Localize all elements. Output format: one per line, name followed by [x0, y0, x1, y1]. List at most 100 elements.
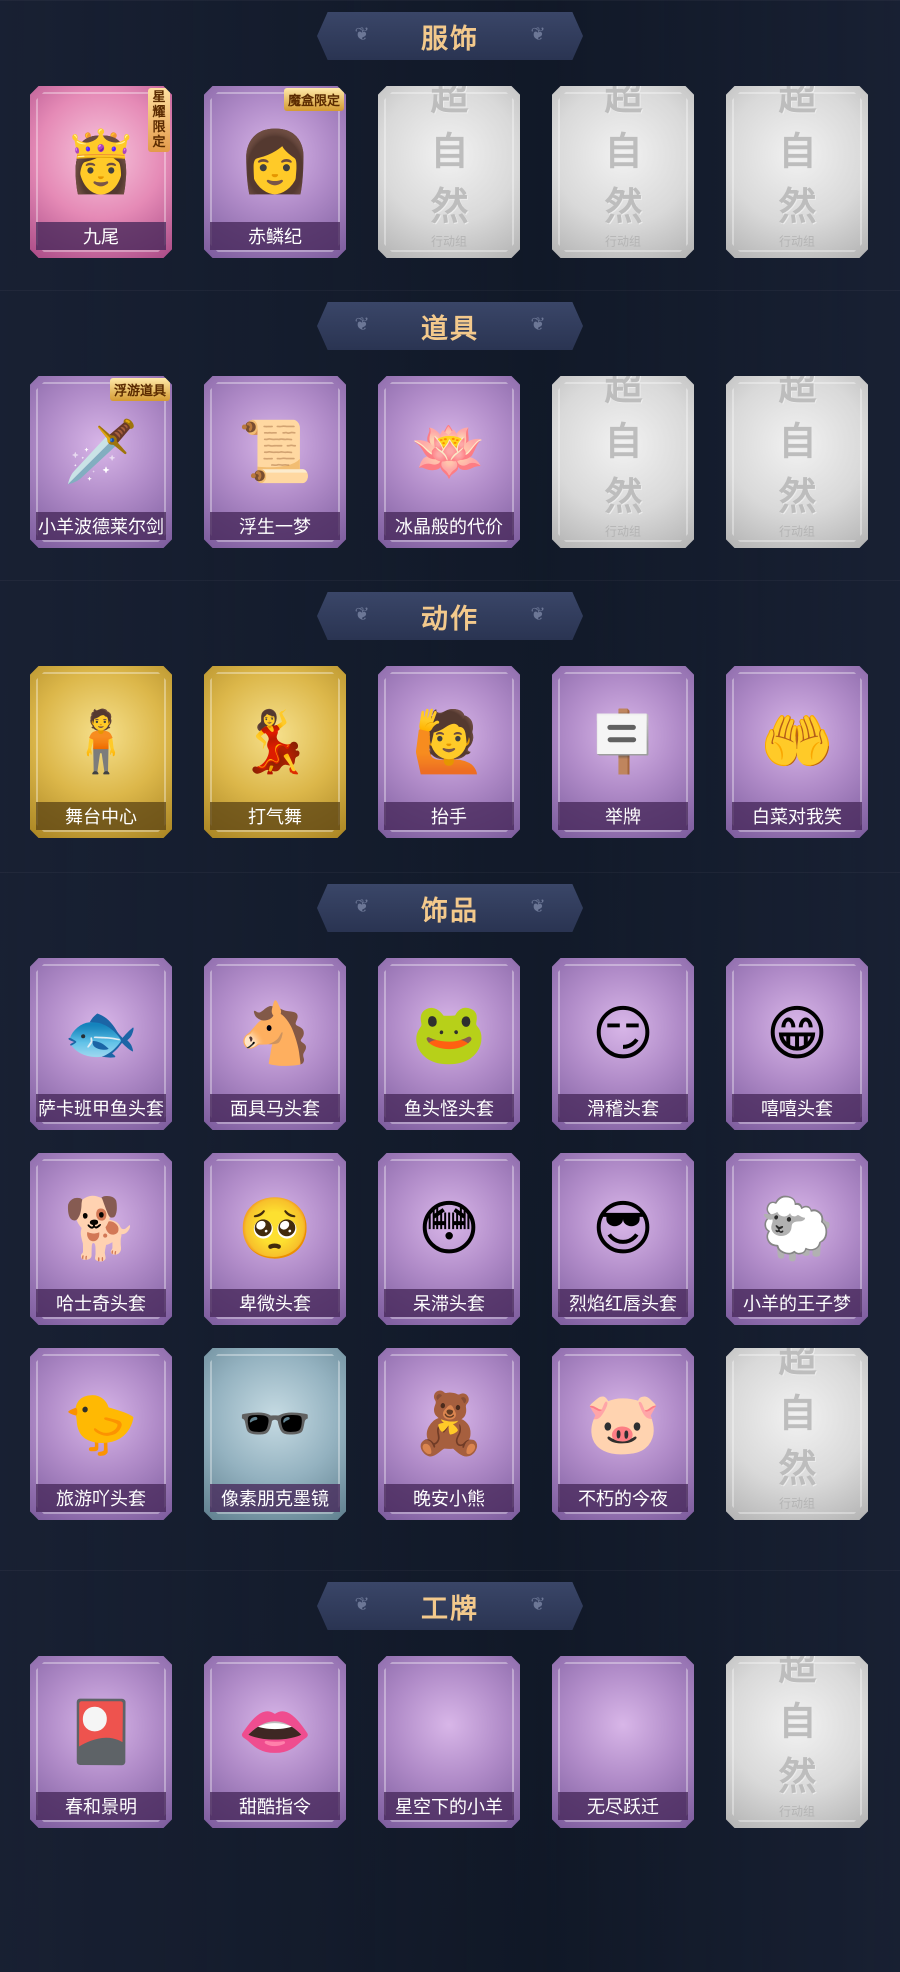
supernatural-logo: 超自然 行动组	[588, 376, 659, 539]
section-3: ❦ 饰品 ❦ 🐟 萨卡班甲鱼头套 🐴 面具马头套 🐸 鱼头怪头套 😏 滑稽头套 😁 嘻嘻头套 🐕 哈士奇头套…	[0, 872, 900, 1570]
fish-monster-head-icon: 🐸	[411, 999, 487, 1069]
dance-silhouette-icon: 💃	[237, 707, 313, 777]
ornament-right-icon: ❦	[530, 314, 546, 335]
item-label-bar: 舞台中心	[36, 802, 166, 830]
supernatural-logo: 超自然 行动组	[762, 86, 833, 249]
item-card[interactable]: 🧍 舞台中心	[30, 666, 172, 838]
collection-page: ❦ 服饰 ❦ 👸 九尾 星耀限定 👩 赤鳞纪 魔盒限定 超自然 行动组 超自然 行动组 超自然 行动组 ❦ 道具…	[0, 0, 900, 1972]
logo-subtitle: 行动组	[778, 234, 815, 249]
tourist-duck-icon: 🐤	[63, 1389, 139, 1459]
grin-face-icon: 😁	[765, 999, 829, 1069]
husky-head-icon: 🐕	[63, 1194, 139, 1264]
horse-head-icon: 🐴	[237, 999, 313, 1069]
item-card[interactable]: 👸 九尾 星耀限定	[30, 86, 172, 258]
locked-item-card[interactable]: 超自然 行动组	[726, 1656, 868, 1828]
section-0: ❦ 服饰 ❦ 👸 九尾 星耀限定 👩 赤鳞纪 魔盒限定 超自然 行动组 超自然 行动组 超自然 行动组	[0, 0, 900, 290]
section-banner: ❦ 动作 ❦	[317, 592, 583, 640]
item-card[interactable]: 🐤 旅游吖头套	[30, 1348, 172, 1520]
item-card[interactable]: 🤲 白菜对我笑	[726, 666, 868, 838]
item-card[interactable]: 🐑 小羊的王子梦	[726, 1153, 868, 1325]
item-label-bar: 冰晶般的代价	[384, 512, 514, 540]
supernatural-logo: 超自然 行动组	[762, 363, 833, 539]
ornament-right-icon: ❦	[530, 896, 546, 917]
logo-title: 超自然	[778, 363, 816, 519]
item-card[interactable]: 👩 赤鳞纪 魔盒限定	[204, 86, 346, 258]
item-label-bar: 旅游吖头套	[36, 1484, 166, 1512]
item-label: 鱼头怪头套	[404, 1099, 494, 1120]
item-label-bar: 晚安小熊	[384, 1484, 514, 1512]
item-card[interactable]: 😏 滑稽头套	[552, 958, 694, 1130]
item-card[interactable]: 🐷 不朽的今夜	[552, 1348, 694, 1520]
pose-silhouette-icon: 🧍	[63, 707, 139, 777]
fish-head-icon: 🐟	[63, 999, 139, 1069]
item-card[interactable]: 🐕 哈士奇头套	[30, 1153, 172, 1325]
item-label-bar: 面具马头套	[210, 1094, 340, 1122]
item-label-bar: 像素朋克墨镜	[210, 1484, 340, 1512]
locked-item-card[interactable]: 超自然 行动组	[552, 86, 694, 258]
item-card[interactable]: 😁 嘻嘻头套	[726, 958, 868, 1130]
locked-item-card[interactable]: 超自然 行动组	[726, 376, 868, 548]
item-label-bar: 滑稽头套	[558, 1094, 688, 1122]
section-banner: ❦ 饰品 ❦	[317, 884, 583, 932]
item-card[interactable]: 👄 甜酷指令	[204, 1656, 346, 1828]
item-label: 舞台中心	[65, 807, 137, 828]
item-card[interactable]: 📜 浮生一梦	[204, 376, 346, 548]
ornament-left-icon: ❦	[354, 1594, 370, 1615]
item-label: 呆滞头套	[413, 1294, 485, 1315]
item-label: 哈士奇头套	[56, 1294, 146, 1315]
item-card[interactable]: 无尽跃迁	[552, 1656, 694, 1828]
item-card[interactable]: 😳 呆滞头套	[378, 1153, 520, 1325]
item-label: 嘻嘻头套	[761, 1099, 833, 1120]
item-card[interactable]: 🙋 抬手	[378, 666, 520, 838]
item-card[interactable]: 🕶️ 像素朋克墨镜	[204, 1348, 346, 1520]
item-card[interactable]: 🪷 冰晶般的代价	[378, 376, 520, 548]
dragon-girl-portrait-icon: 👩	[237, 127, 313, 197]
item-card[interactable]: 🎴 春和景明	[30, 1656, 172, 1828]
ornament-left-icon: ❦	[354, 24, 370, 45]
blank-icon	[575, 1684, 671, 1780]
ornament-left-icon: ❦	[354, 896, 370, 917]
item-label-bar: 萨卡班甲鱼头套	[36, 1094, 166, 1122]
item-label-bar: 九尾	[36, 222, 166, 250]
item-card[interactable]: 🐸 鱼头怪头套	[378, 958, 520, 1130]
limited-badge: 星耀限定	[148, 88, 170, 152]
item-label: 春和景明	[65, 1797, 137, 1818]
item-label: 举牌	[605, 807, 641, 828]
ice-lotus-icon: 🪷	[411, 417, 487, 487]
humble-face-icon: 🥺	[237, 1194, 313, 1264]
item-label: 九尾	[83, 227, 119, 248]
section-title: 工牌	[421, 1593, 479, 1625]
ornament-right-icon: ❦	[530, 1594, 546, 1615]
gold-card-icon: 🎴	[63, 1697, 139, 1767]
locked-item-card[interactable]: 超自然 行动组	[726, 1348, 868, 1520]
item-card[interactable]: 🧸 晚安小熊	[378, 1348, 520, 1520]
supernatural-logo: 超自然 行动组	[414, 86, 485, 249]
item-label-bar: 星空下的小羊	[384, 1792, 514, 1820]
hold-sign-icon: 🪧	[585, 707, 661, 777]
logo-title: 超自然	[778, 1643, 816, 1799]
item-card[interactable]: 🐴 面具马头套	[204, 958, 346, 1130]
item-card[interactable]: 🪧 举牌	[552, 666, 694, 838]
locked-item-card[interactable]: 超自然 行动组	[378, 86, 520, 258]
item-card[interactable]: 🐟 萨卡班甲鱼头套	[30, 958, 172, 1130]
item-label-bar: 举牌	[558, 802, 688, 830]
ornament-left-icon: ❦	[354, 314, 370, 335]
logo-title: 超自然	[604, 73, 642, 229]
item-label-bar: 呆滞头套	[384, 1289, 514, 1317]
locked-item-card[interactable]: 超自然 行动组	[552, 376, 694, 548]
item-card[interactable]: 星空下的小羊	[378, 1656, 520, 1828]
section-title: 服饰	[421, 23, 479, 55]
item-card[interactable]: 🗡️ 小羊波德莱尔剑 浮游道具	[30, 376, 172, 548]
item-card[interactable]: 💃 打气舞	[204, 666, 346, 838]
section-banner: ❦ 服饰 ❦	[317, 12, 583, 60]
hand-raise-icon: 🙋	[411, 707, 487, 777]
item-card[interactable]: 🥺 卑微头套	[204, 1153, 346, 1325]
sheep-crown-icon: 🐑	[759, 1194, 835, 1264]
section-banner: ❦ 道具 ❦	[317, 302, 583, 350]
locked-item-card[interactable]: 超自然 行动组	[726, 86, 868, 258]
logo-subtitle: 行动组	[430, 234, 467, 249]
item-label-bar: 不朽的今夜	[558, 1484, 688, 1512]
item-card[interactable]: 😎 烈焰红唇头套	[552, 1153, 694, 1325]
item-label-bar: 白菜对我笑	[732, 802, 862, 830]
bear-charm-icon: 🧸	[411, 1389, 487, 1459]
